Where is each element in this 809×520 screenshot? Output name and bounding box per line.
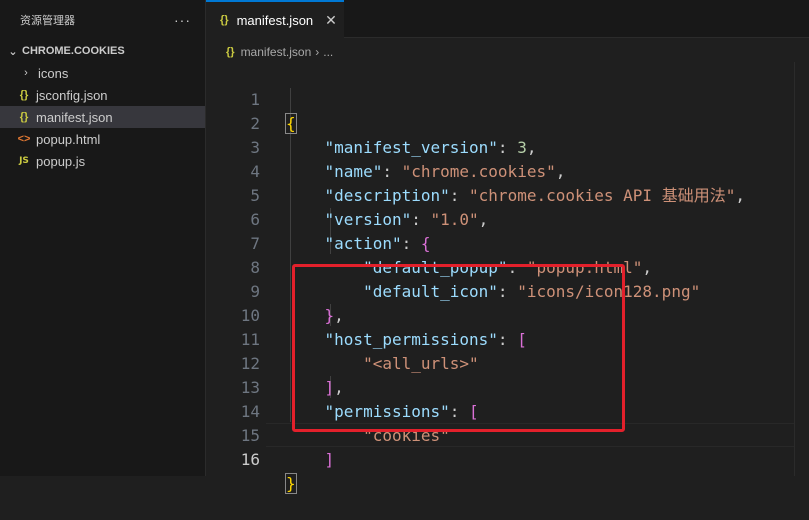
explorer-header: 资源管理器 ··· xyxy=(0,0,205,40)
workspace-folder-label: CHROME.COOKIES xyxy=(22,45,125,57)
editor-tab-bar: {} manifest.json ✕ xyxy=(206,0,809,38)
html-file-icon: <> xyxy=(17,133,31,145)
tree-item-popup-js[interactable]: JS popup.js xyxy=(0,150,205,172)
code-line: 6 "action": { xyxy=(206,184,809,253)
code-line: 9 }, xyxy=(206,256,809,325)
bracket: ] xyxy=(324,450,335,469)
code-line: 13 "permissions": [ xyxy=(206,352,809,421)
tree-item-manifest[interactable]: {} manifest.json xyxy=(0,106,205,128)
json-file-icon: {} xyxy=(226,46,235,58)
tab-manifest-json[interactable]: {} manifest.json ✕ xyxy=(206,0,344,38)
tab-label: manifest.json xyxy=(236,12,314,28)
code-line: 2 "manifest_version": 3, xyxy=(206,88,809,157)
code-line: 8 "default_icon": "icons/icon128.png" xyxy=(206,232,809,301)
tree-item-label: manifest.json xyxy=(36,109,113,125)
tree-item-icons-folder[interactable]: › icons xyxy=(0,62,205,84)
json-file-icon: {} xyxy=(19,111,29,123)
json-file-icon: {} xyxy=(220,14,229,26)
code-line: 5 "version": "1.0", xyxy=(206,160,809,229)
code-line: 12 ], xyxy=(206,328,809,397)
breadcrumb: {} manifest.json › ... xyxy=(226,42,333,62)
more-actions-icon[interactable]: ··· xyxy=(174,12,191,28)
close-icon[interactable]: ✕ xyxy=(325,12,337,29)
tree-item-label: popup.html xyxy=(36,131,101,147)
code-line: 11 "<all_urls>" xyxy=(206,304,809,373)
tree-item-label: jsconfig.json xyxy=(36,87,108,103)
code-line: 15 ] xyxy=(206,400,809,469)
vertical-scrollbar[interactable] xyxy=(794,62,809,476)
code-line: 1 { xyxy=(206,64,809,134)
tree-item-label: popup.js xyxy=(36,153,86,169)
js-file-icon: JS xyxy=(19,156,29,166)
json-file-icon: {} xyxy=(19,89,29,101)
breadcrumb-file[interactable]: manifest.json xyxy=(241,45,312,59)
code-line: 14 "cookies" xyxy=(206,376,809,445)
workspace-folder[interactable]: ⌄ CHROME.COOKIES xyxy=(0,40,205,62)
chevron-right-icon: › xyxy=(315,45,320,59)
tree-item-popup-html[interactable]: <> popup.html xyxy=(0,128,205,150)
code-line: 7 "default_popup": "popup.html", xyxy=(206,208,809,277)
chevron-down-icon: ⌄ xyxy=(8,45,18,58)
explorer-sidebar: 资源管理器 ··· ⌄ CHROME.COOKIES › icons {} js… xyxy=(0,0,206,476)
code-line: 16 } xyxy=(206,424,809,494)
chevron-right-icon: › xyxy=(24,67,28,79)
bracket: } xyxy=(285,473,297,494)
tree-item-jsconfig[interactable]: {} jsconfig.json xyxy=(0,84,205,106)
tree-item-label: icons xyxy=(38,65,69,81)
code-editor[interactable]: 1 { 2 "manifest_version": 3, 3 "name": "… xyxy=(206,62,809,494)
line-number: 16 xyxy=(240,450,260,469)
code-line: 10 "host_permissions": [ xyxy=(206,280,809,349)
breadcrumb-more[interactable]: ... xyxy=(323,45,333,59)
code-line: 4 "description": "chrome.cookies API 基础用… xyxy=(206,136,809,205)
explorer-title: 资源管理器 xyxy=(20,15,75,27)
code-line: 3 "name": "chrome.cookies", xyxy=(206,112,809,181)
